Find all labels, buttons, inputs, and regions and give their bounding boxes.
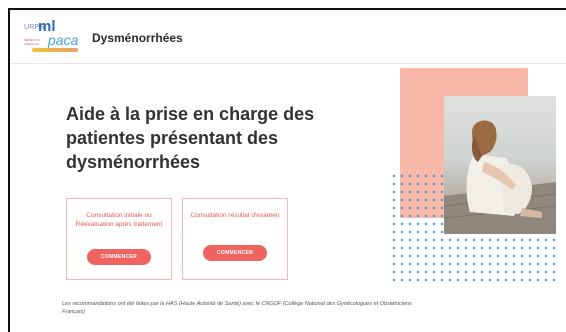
- card-exam-results-label: Consultation résultat d'examen: [190, 212, 280, 219]
- urps-ml-paca-logo[interactable]: URPS ml paca MÉDECINS LIBÉRAUX: [22, 18, 82, 54]
- recommendations-footnote: Les recommandations ont été faites par l…: [62, 301, 412, 315]
- app-window: URPS ml paca MÉDECINS LIBÉRAUX Dysménorr…: [8, 8, 566, 332]
- hero-headline: Aide à la prise en charge des patientes …: [66, 104, 315, 172]
- logo-subtitle: MÉDECINS LIBÉRAUX: [24, 38, 40, 46]
- card-exam-results: Consultation résultat d'examen COMMENCER: [182, 198, 288, 280]
- start-initial-consultation-button[interactable]: COMMENCER: [87, 249, 151, 265]
- top-bar: URPS ml paca MÉDECINS LIBÉRAUX Dysménorr…: [10, 10, 566, 64]
- start-exam-results-button[interactable]: COMMENCER: [203, 245, 267, 261]
- card-initial-consultation-label: Consultation initiale ou Réévaluation ap…: [75, 212, 163, 228]
- card-initial-consultation: Consultation initiale ou Réévaluation ap…: [66, 198, 172, 280]
- woman-sitting-illustration: [444, 120, 556, 234]
- logo-swoosh: [32, 48, 78, 52]
- hero-woman-photo: [444, 96, 556, 234]
- logo-paca-text: paca: [48, 32, 79, 48]
- page-title: Dysménorrhées: [92, 31, 183, 45]
